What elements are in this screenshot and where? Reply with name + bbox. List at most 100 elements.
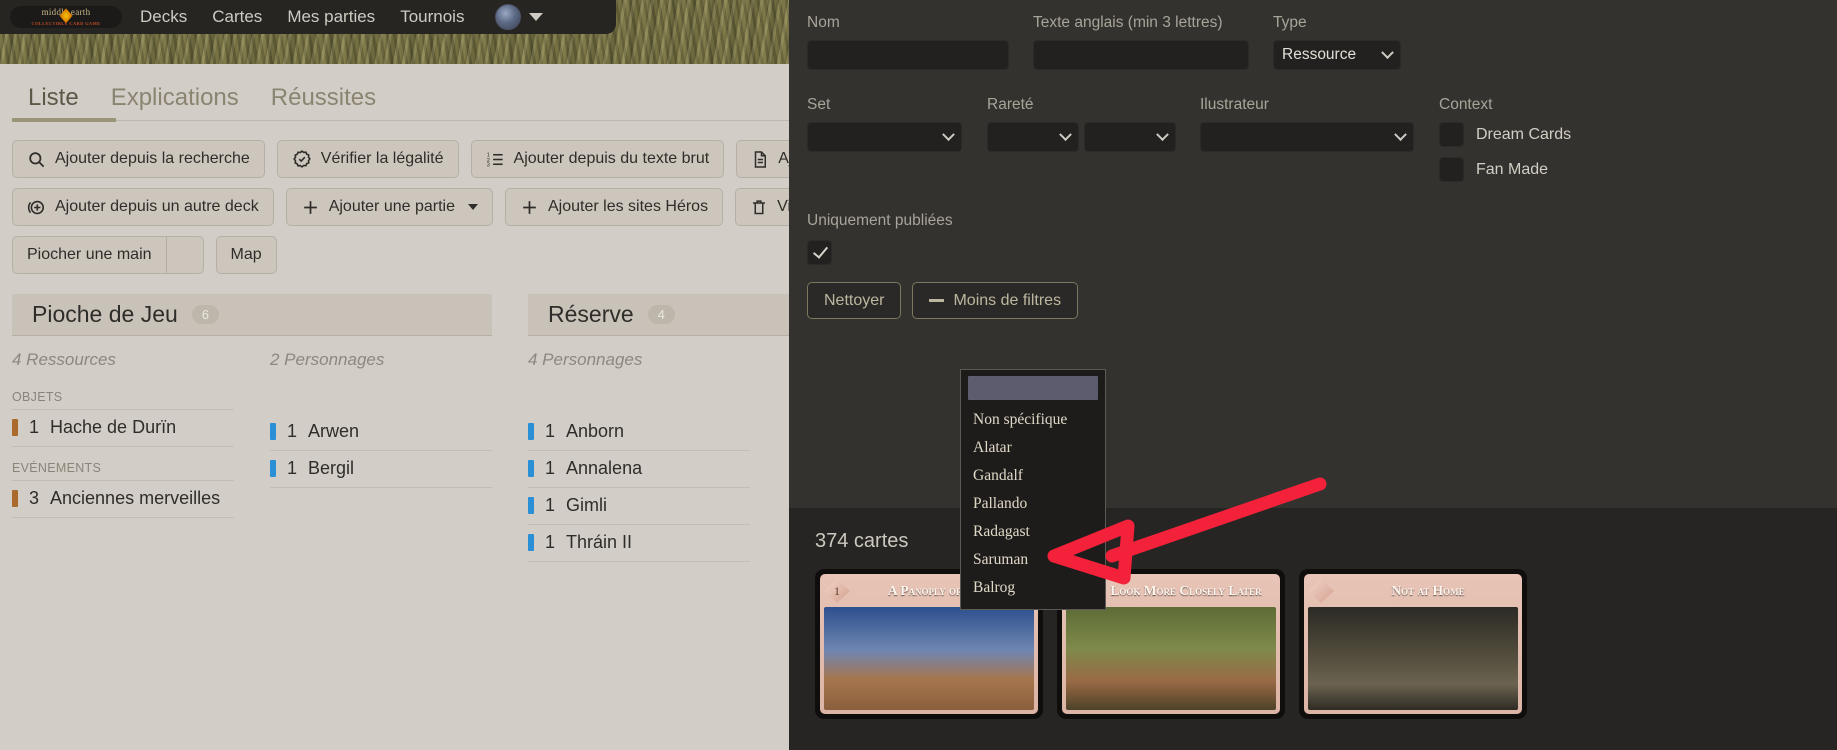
- subcolumn-count: 4 Ressources: [12, 350, 234, 370]
- site-logo[interactable]: middle earth Collectible Card Game: [10, 6, 122, 28]
- filter-actions: Nettoyer Moins de filtres: [807, 282, 1819, 319]
- card-artwork: [1308, 607, 1518, 710]
- card-quantity: 1: [29, 417, 39, 438]
- uniquement-publiees-label: Uniquement publiées: [807, 212, 1819, 230]
- card-name: Hache de Durïn: [50, 417, 176, 438]
- chevron-down-icon[interactable]: [529, 13, 543, 21]
- column-title: Réserve: [548, 301, 634, 328]
- nav-link-tournois[interactable]: Tournois: [400, 7, 464, 27]
- subcolumn-personnages: 2 Personnages 1 Arwen 1 Bergil: [270, 350, 492, 518]
- column-title: Pioche de Jeu: [32, 301, 178, 328]
- filter-field-set: Set: [807, 96, 962, 192]
- add-hero-sites-button[interactable]: Ajouter les sites Héros: [505, 188, 723, 226]
- avatar[interactable]: [495, 4, 521, 30]
- moins-de-filtres-label: Moins de filtres: [953, 292, 1061, 310]
- type-select[interactable]: Ressource: [1273, 40, 1401, 70]
- card-cost-gem: [1308, 579, 1334, 603]
- check-legality-button[interactable]: Vérifier la légalité: [277, 140, 459, 178]
- dropdown-option-saruman[interactable]: Saruman: [961, 546, 1105, 574]
- ilustrateur-select[interactable]: [1200, 122, 1414, 152]
- card-type-pip: [12, 419, 18, 436]
- group-label-evenements: EVÉNEMENTS: [12, 461, 234, 481]
- card-artwork: [824, 607, 1034, 710]
- card-type-pip: [270, 460, 276, 477]
- nom-input[interactable]: [807, 40, 1009, 70]
- dropdown-option-radagast[interactable]: Radagast: [961, 518, 1105, 546]
- dropdown-option-balrog[interactable]: Balrog: [961, 574, 1105, 602]
- draw-hand-button[interactable]: Piocher une main: [12, 236, 166, 274]
- add-from-other-deck-button[interactable]: Ajouter depuis un autre deck: [12, 188, 274, 226]
- list-item[interactable]: 1 Arwen: [270, 414, 492, 451]
- context-label: Context: [1439, 96, 1571, 114]
- dropdown-option-non-specifique[interactable]: Non spécifique: [961, 406, 1105, 434]
- context-checkbox-dream-cards[interactable]: Dream Cards: [1439, 122, 1571, 147]
- add-from-plain-text-label: Ajouter depuis du texte brut: [514, 151, 710, 167]
- chevron-down-icon[interactable]: [468, 204, 478, 210]
- map-button[interactable]: Map: [216, 236, 277, 274]
- context-checkbox-fan-made[interactable]: Fan Made: [1439, 157, 1571, 182]
- card-name: Bergil: [308, 458, 354, 479]
- card-type-pip: [528, 460, 534, 477]
- card-type-pip: [528, 497, 534, 514]
- checkbox[interactable]: [1439, 122, 1464, 147]
- logo-bottom-text: Collectible Card Game: [10, 21, 122, 26]
- draw-hand-dropdown-toggle[interactable]: [166, 236, 204, 274]
- list-item[interactable]: 1 Thráin II: [528, 525, 750, 562]
- heros-dropdown-list[interactable]: Non spécifique Alatar Gandalf Pallando R…: [960, 369, 1106, 610]
- map-label: Map: [231, 247, 262, 263]
- add-from-plain-text-button[interactable]: 1 2 3 Ajouter depuis du texte brut: [471, 140, 725, 178]
- texte-anglais-input[interactable]: [1033, 40, 1249, 70]
- card-title: Look More Closely Later: [1096, 583, 1276, 599]
- list-item[interactable]: 1 Anborn: [528, 414, 750, 451]
- add-game-button[interactable]: Ajouter une partie: [286, 188, 493, 226]
- list-item[interactable]: 1 Annalena: [528, 451, 750, 488]
- list-item[interactable]: 1 Bergil: [270, 451, 492, 488]
- deck-column-pioche-de-jeu: Pioche de Jeu 6 4 Ressources OBJETS 1 Ha…: [12, 294, 492, 562]
- filter-field-nom: Nom: [807, 14, 1009, 70]
- filter-field-rarete: Rareté: [987, 96, 1176, 192]
- tab-explications[interactable]: Explications: [95, 84, 255, 120]
- card-quantity: 3: [29, 488, 39, 509]
- subcolumn-ressources: 4 Ressources OBJETS 1 Hache de Durïn EVÉ…: [12, 350, 234, 518]
- chevron-down-icon: [1059, 128, 1072, 141]
- card-quantity: 1: [287, 458, 297, 479]
- moins-de-filtres-button[interactable]: Moins de filtres: [912, 282, 1078, 319]
- list-item[interactable]: 3 Anciennes merveilles: [12, 481, 234, 518]
- deck-plus-icon: [27, 198, 46, 217]
- add-from-search-button[interactable]: Ajouter depuis la recherche: [12, 140, 265, 178]
- group-label-objets: OBJETS: [12, 390, 234, 410]
- type-select-value: Ressource: [1282, 46, 1383, 64]
- rarete-select-2[interactable]: [1084, 122, 1176, 152]
- result-card[interactable]: Not at Home: [1299, 569, 1527, 719]
- checkbox[interactable]: [1439, 157, 1464, 182]
- search-results-panel: 374 cartes 1 A Panoply of Wings Look Mor…: [789, 508, 1837, 750]
- nav-link-decks[interactable]: Decks: [140, 7, 187, 27]
- nettoyer-button[interactable]: Nettoyer: [807, 282, 901, 319]
- list-icon: 1 2 3: [486, 150, 505, 169]
- tab-liste[interactable]: Liste: [12, 84, 95, 120]
- add-hero-sites-label: Ajouter les sites Héros: [548, 199, 708, 215]
- card-filter-panel: Nom Texte anglais (min 3 lettres) Type R…: [789, 0, 1837, 508]
- card-name: Gimli: [566, 495, 607, 516]
- rarete-label: Rareté: [987, 96, 1176, 114]
- set-select[interactable]: [807, 122, 962, 152]
- dropdown-option-pallando[interactable]: Pallando: [961, 490, 1105, 518]
- rarete-select-1[interactable]: [987, 122, 1079, 152]
- subcolumn-count: 2 Personnages: [270, 350, 492, 370]
- tab-reussites[interactable]: Réussites: [255, 84, 392, 120]
- chevron-down-icon: [1156, 128, 1169, 141]
- subcolumn-personnages: 4 Personnages 1 Anborn 1 Annalena: [528, 350, 750, 562]
- dropdown-option-blank[interactable]: [968, 376, 1098, 400]
- nav-link-mes-parties[interactable]: Mes parties: [287, 7, 375, 27]
- texte-anglais-label: Texte anglais (min 3 lettres): [1033, 14, 1249, 32]
- dropdown-option-gandalf[interactable]: Gandalf: [961, 462, 1105, 490]
- uniquement-publiees-checkbox[interactable]: [807, 240, 832, 265]
- card-type-pip: [528, 534, 534, 551]
- list-item[interactable]: 1 Hache de Durïn: [12, 410, 234, 447]
- svg-text:3: 3: [486, 162, 489, 168]
- dropdown-option-alatar[interactable]: Alatar: [961, 434, 1105, 462]
- list-item[interactable]: 1 Gimli: [528, 488, 750, 525]
- card-quantity: 1: [287, 421, 297, 442]
- nav-link-cartes[interactable]: Cartes: [212, 7, 262, 27]
- trash-icon: [750, 198, 768, 217]
